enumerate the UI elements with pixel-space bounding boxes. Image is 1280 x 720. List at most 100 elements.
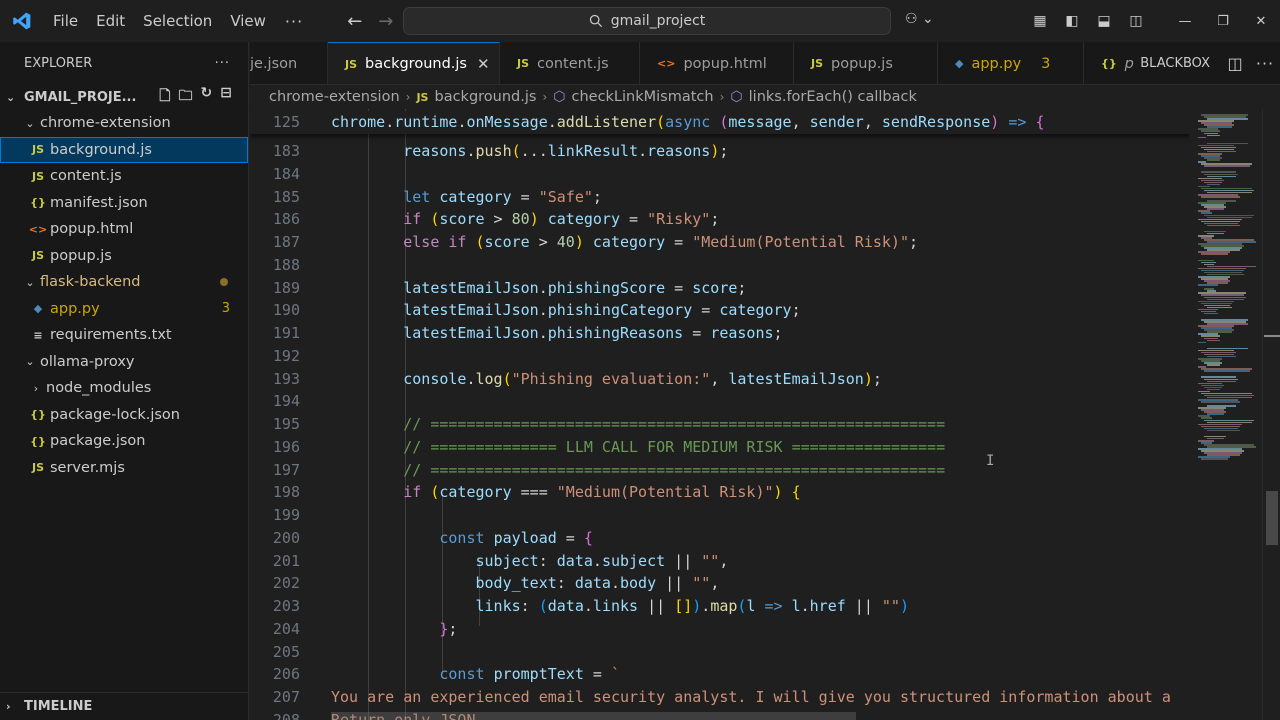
problem-count-badge: 3 [1041, 55, 1051, 72]
tree-item-label: chrome-extension [40, 115, 171, 132]
line-number: 201 [272, 551, 300, 570]
tree-item[interactable]: ⌄ ollama-proxy [0, 349, 248, 376]
code-text: latestEmailJson.phishingCategory = categ… [403, 301, 801, 320]
line-number: 205 [272, 642, 300, 661]
timeline-section[interactable]: › TIMELINE [0, 692, 249, 720]
tree-item[interactable]: ⌄ chrome-extension [0, 110, 248, 137]
breadcrumb: chrome-extension › JS background.js › ⬡ … [250, 85, 1280, 109]
problem-count-badge: 3 [221, 301, 230, 317]
minimap[interactable] [1190, 109, 1262, 720]
tree-item[interactable]: ⌄ flask-backend [0, 269, 248, 296]
tree-item-label: content.js [50, 168, 122, 185]
close-window-icon[interactable]: ✕ [1242, 0, 1280, 42]
scrollbar-thumb[interactable] [1266, 491, 1278, 545]
chevron-down-icon: ⌄ [25, 355, 35, 369]
function-icon: ⬡ [553, 89, 566, 105]
editor-tab[interactable]: JS background.js ✕ [328, 42, 500, 84]
tree-item-label: package.json [50, 433, 146, 450]
maximize-icon[interactable]: ❐ [1204, 0, 1242, 42]
code-line: 196 // ============== LLM CALL FOR MEDIU… [250, 436, 1190, 459]
code-line: 192 [250, 345, 1190, 368]
sticky-scroll-line: 125 chrome.runtime.onMessage.addListener(… [250, 111, 1190, 134]
editor-tabs: je.json JS background.js ✕ JS content.js <> pop… [250, 42, 1280, 85]
code-line: 198 if (category === "Medium(Potential R… [250, 481, 1190, 504]
blackbox-button[interactable]: BLACKBOX [1140, 56, 1210, 71]
code-text: // ============== LLM CALL FOR MEDIUM RI… [403, 437, 946, 456]
menu-view[interactable]: View [221, 0, 275, 42]
menu-selection[interactable]: Selection [134, 0, 221, 42]
back-arrow-icon[interactable]: ← [347, 11, 362, 32]
horizontal-scrollbar[interactable] [331, 712, 856, 720]
html-file-icon: <> [657, 57, 676, 70]
minimize-icon[interactable]: — [1166, 0, 1204, 42]
command-center-search[interactable]: gmail_project [403, 7, 891, 35]
minimap-line [1207, 134, 1220, 137]
tree-item[interactable]: ◆ app.py 3 [0, 296, 248, 323]
chevron-down-icon: ⌄ [6, 90, 16, 104]
split-editor-icon[interactable]: ◫ [1220, 54, 1250, 73]
js-file-icon: JS [345, 57, 358, 71]
editor-tab[interactable]: je.json [250, 42, 328, 84]
code-text: const payload = { [439, 528, 593, 547]
workspace-section[interactable]: ⌄ GMAIL_PROJE... 🗋 🗀 ↻ ⊟ [0, 84, 248, 110]
js-file-icon: JS [31, 169, 44, 183]
tree-item[interactable]: › node_modules [0, 375, 248, 402]
code-text: const promptText = ` [439, 665, 620, 684]
tree-item[interactable]: {} package-lock.json [0, 402, 248, 429]
code-line: 186 if (score > 80) category = "Risky"; [250, 208, 1190, 231]
copilot-icon[interactable]: ⚇ ⌄ [905, 11, 934, 27]
line-number: 187 [272, 233, 300, 251]
code-text: }; [439, 619, 458, 638]
menu-edit[interactable]: Edit [87, 0, 134, 42]
tree-item[interactable]: JS background.js [0, 136, 248, 163]
js-file-icon: JS [31, 143, 44, 157]
vertical-scrollbar[interactable] [1262, 109, 1280, 720]
refresh-icon[interactable]: ↻ [201, 85, 213, 109]
line-number: 194 [272, 392, 300, 411]
editor-tab[interactable]: <> popup.html [640, 42, 794, 84]
tree-item[interactable]: ≡ requirements.txt [0, 322, 248, 349]
toggle-panel-icon[interactable]: ⬓ [1088, 0, 1120, 42]
menu-file[interactable]: File [44, 0, 87, 42]
new-folder-icon[interactable]: 🗀 [179, 85, 193, 109]
collapse-all-icon[interactable]: ⊟ [220, 85, 232, 109]
code-editor[interactable]: 125 chrome.runtime.onMessage.addListener(… [250, 109, 1190, 720]
editor-more-icon[interactable]: ··· [1250, 54, 1280, 73]
new-file-icon[interactable]: 🗋 [159, 85, 170, 109]
code-text: let category = "Safe"; [403, 187, 602, 206]
tree-item[interactable]: JS server.mjs [0, 455, 248, 482]
breadcrumb-function[interactable]: checkLinkMismatch [571, 89, 713, 105]
minimap-line [1207, 364, 1220, 366]
editor-tab[interactable]: JS popup.js [794, 42, 938, 84]
tree-item[interactable]: JS content.js [0, 163, 248, 190]
forward-arrow-icon[interactable]: → [378, 11, 393, 32]
tree-item-label: popup.js [50, 247, 112, 264]
js-file-icon: JS [416, 90, 429, 104]
chevron-right-icon: › [6, 700, 11, 713]
tree-item[interactable]: {} package.json [0, 428, 248, 455]
customize-layout-icon[interactable]: ▦ [1024, 0, 1056, 42]
py-file-icon: ◆ [955, 57, 964, 70]
breadcrumb-callback[interactable]: links.forEach() callback [749, 89, 917, 105]
code-text: if (category === "Medium(Potential Risk)… [403, 483, 801, 502]
toggle-secondary-sidebar-icon[interactable]: ◫ [1120, 0, 1152, 42]
line-number: 197 [272, 460, 300, 479]
code-text: latestEmailJson.phishingScore = score; [403, 278, 747, 297]
editor-tab[interactable]: ◆ app.py 3 [938, 42, 1084, 84]
tree-item[interactable]: <> popup.html [0, 216, 248, 243]
tree-item-label: app.py [50, 300, 100, 317]
editor-tab[interactable]: JS content.js [500, 42, 640, 84]
tree-item[interactable]: {} manifest.json [0, 190, 248, 217]
line-number: 189 [272, 278, 300, 297]
close-tab-icon[interactable]: ✕ [477, 55, 490, 73]
code-text: reasons.push(...linkResult.reasons); [403, 142, 729, 160]
code-line: 207 You are an experienced email security… [250, 686, 1190, 709]
breadcrumb-folder[interactable]: chrome-extension [269, 89, 400, 105]
toggle-primary-sidebar-icon[interactable]: ◧ [1056, 0, 1088, 42]
more-menu-icon[interactable]: ··· [275, 12, 313, 31]
tree-item-label: flask-backend [40, 274, 141, 291]
breadcrumb-file[interactable]: background.js [434, 89, 536, 105]
tree-item[interactable]: JS popup.js [0, 243, 248, 270]
explorer-more-icon[interactable]: ··· [215, 56, 230, 71]
code-text: chrome.runtime.onMessage.addListener(asy… [331, 113, 1045, 131]
